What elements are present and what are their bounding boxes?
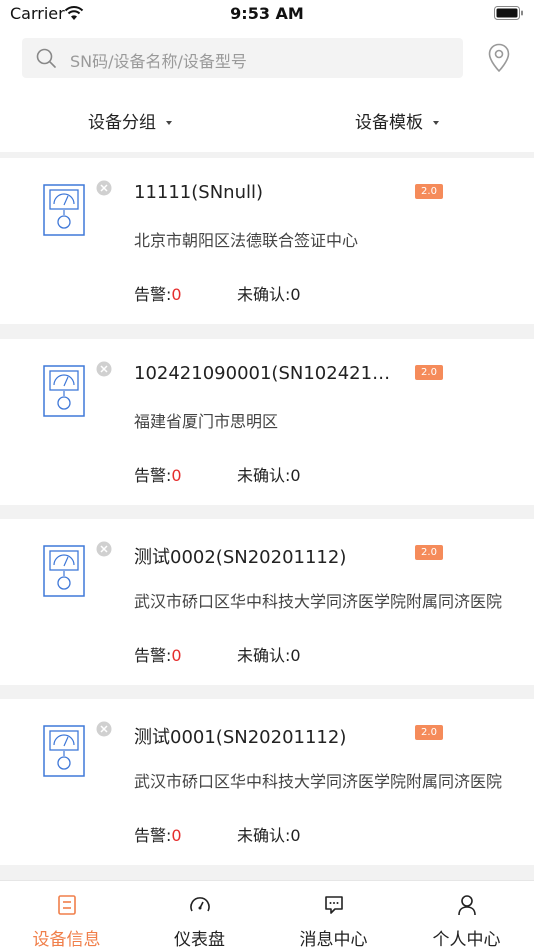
device-meter-icon	[43, 184, 85, 236]
tab-label: 个人中心	[432, 930, 501, 950]
device-meter-icon	[43, 725, 85, 777]
tab-profile[interactable]: 个人中心	[400, 881, 533, 950]
device-meter-icon	[43, 365, 85, 417]
device-meter-icon	[43, 545, 85, 597]
unconfirmed-count: 未确认:0	[237, 466, 301, 485]
search-input[interactable]: SN码/设备名称/设备型号	[22, 38, 463, 78]
device-card[interactable]: 测试0002(SN20201112) 2.0 武汉市硚口区华中科技大学同济医学院…	[0, 519, 534, 685]
device-card[interactable]: 102421090001(SN102421090001) 2.0 福建省厦门市思…	[0, 339, 534, 505]
alarm-label: 告警:	[134, 826, 172, 845]
device-card[interactable]: 11111(SNnull) 2.0 北京市朝阳区法德联合签证中心 告警:0 未确…	[0, 158, 534, 324]
status-bar: Carrier 9:53 AM	[0, 0, 534, 28]
unconfirmed-count: 未确认:0	[237, 826, 301, 845]
message-icon	[325, 896, 343, 914]
alarm-label: 告警:	[134, 646, 172, 665]
close-icon[interactable]	[96, 180, 112, 196]
device-stats: 告警:0 未确认:0	[134, 281, 301, 305]
version-badge: 2.0	[415, 725, 443, 740]
alarm-label: 告警:	[134, 466, 172, 485]
device-address: 北京市朝阳区法德联合签证中心	[134, 231, 359, 250]
caret-down-icon	[166, 121, 172, 125]
device-address: 福建省厦门市思明区	[134, 412, 279, 431]
unconfirmed-count: 未确认:0	[237, 285, 301, 304]
device-card[interactable]: 测试0001(SN20201112) 2.0 武汉市硚口区华中科技大学同济医学院…	[0, 699, 534, 865]
caret-down-icon	[433, 121, 439, 125]
device-group-label: 设备分组	[88, 113, 156, 133]
device-stats: 告警:0 未确认:0	[134, 462, 301, 486]
search-area: SN码/设备名称/设备型号	[0, 28, 534, 90]
device-title: 102421090001(SN102421090001)	[134, 363, 396, 384]
tab-label: 消息中心	[299, 930, 368, 950]
version-badge: 2.0	[415, 545, 443, 560]
search-placeholder: SN码/设备名称/设备型号	[70, 52, 247, 71]
device-stats: 告警:0 未确认:0	[134, 822, 301, 846]
alarm-count: 0	[171, 826, 182, 845]
filter-bar: 设备分组 设备模板	[0, 90, 534, 152]
tab-label: 仪表盘	[174, 930, 225, 950]
device-list-icon	[58, 895, 76, 915]
close-icon[interactable]	[96, 361, 112, 377]
device-title: 11111(SNnull)	[134, 182, 264, 203]
device-address: 武汉市硚口区华中科技大学同济医学院附属同济医院	[134, 592, 503, 611]
status-time: 9:53 AM	[230, 4, 304, 23]
bottom-tab-bar: 设备信息 仪表盘 消息中心 个人中心	[0, 880, 534, 950]
unconfirmed-count: 未确认:0	[237, 646, 301, 665]
tab-messages[interactable]: 消息中心	[267, 881, 400, 950]
version-badge: 2.0	[415, 365, 443, 380]
close-icon[interactable]	[96, 541, 112, 557]
alarm-count: 0	[171, 285, 182, 304]
dashboard-gauge-icon	[190, 897, 210, 912]
battery-icon	[494, 6, 523, 20]
device-template-filter[interactable]: 设备模板	[355, 108, 439, 133]
tab-dashboard[interactable]: 仪表盘	[133, 881, 266, 950]
search-icon	[36, 48, 56, 68]
alarm-label: 告警:	[134, 285, 172, 304]
alarm-count: 0	[171, 646, 182, 665]
device-template-label: 设备模板	[355, 113, 423, 133]
device-title: 测试0001(SN20201112)	[134, 727, 347, 748]
close-icon[interactable]	[96, 721, 112, 737]
device-address: 武汉市硚口区华中科技大学同济医学院附属同济医院	[134, 772, 503, 791]
location-pin-icon[interactable]	[487, 43, 511, 73]
device-title: 测试0002(SN20201112)	[134, 547, 347, 568]
device-stats: 告警:0 未确认:0	[134, 642, 301, 666]
person-icon	[458, 895, 476, 916]
tab-label: 设备信息	[32, 930, 101, 950]
version-badge: 2.0	[415, 184, 443, 199]
device-group-filter[interactable]: 设备分组	[88, 108, 172, 133]
tab-device-info[interactable]: 设备信息	[0, 881, 133, 950]
alarm-count: 0	[171, 466, 182, 485]
